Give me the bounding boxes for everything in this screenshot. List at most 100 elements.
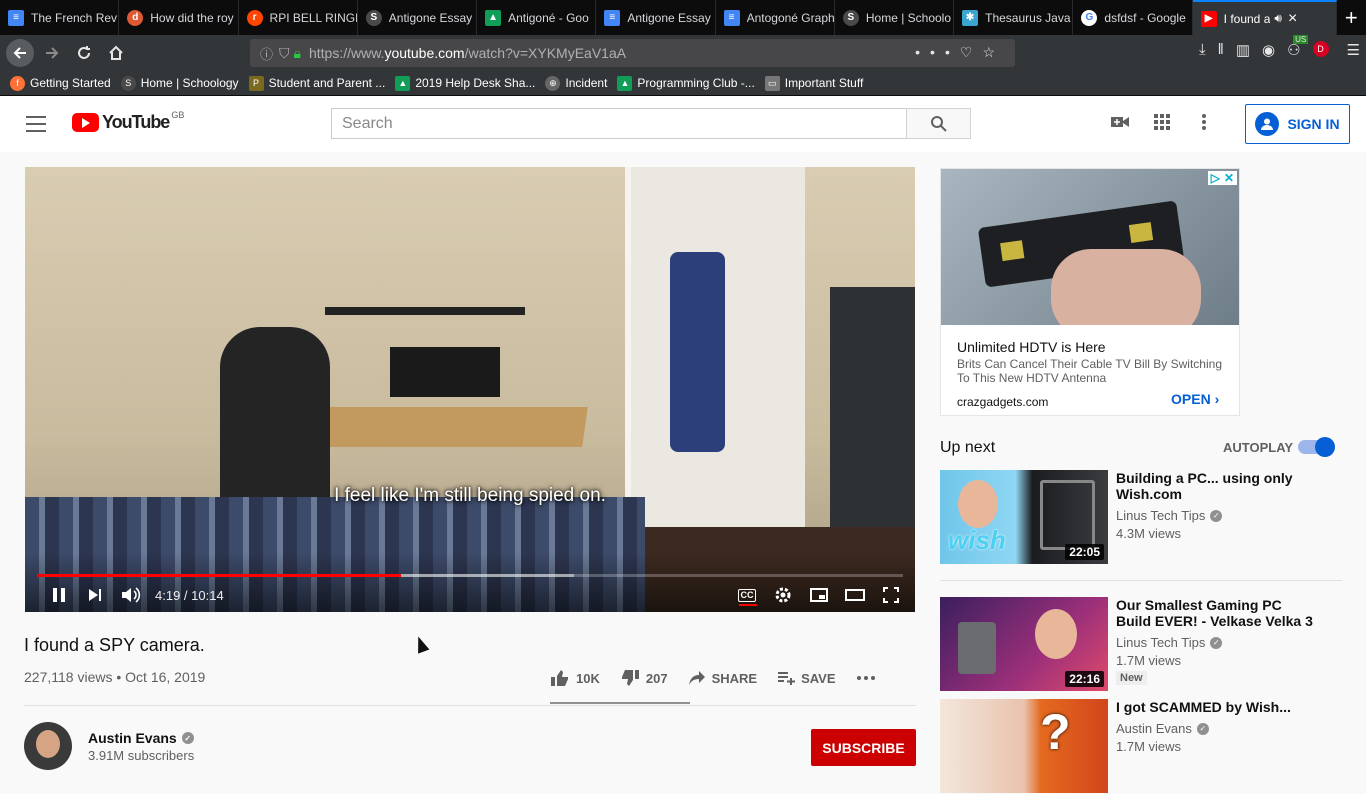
browser-tab-active[interactable]: ▶ I found a 🔊︎ ×	[1192, 0, 1337, 35]
save-button[interactable]: SAVE	[777, 671, 836, 686]
search-button[interactable]	[906, 108, 971, 139]
dislike-button[interactable]: 207	[620, 669, 668, 687]
navigation-toolbar: ⓘ ⛉ 🔒︎ https://www. youtube.com/watch?v=X…	[0, 35, 1366, 71]
ad-title[interactable]: Unlimited HDTV is Here	[957, 339, 1106, 355]
apps-grid-icon[interactable]	[1152, 112, 1172, 132]
browser-tab[interactable]: ▲ Antigoné - Goo	[477, 0, 597, 35]
bookmark-item[interactable]: ▲ Programming Club -...	[617, 75, 755, 91]
home-button[interactable]	[102, 39, 130, 67]
library-icon[interactable]: ‖	[1218, 41, 1224, 59]
theater-mode-button[interactable]	[837, 581, 873, 609]
video-thumbnail[interactable]: ?	[940, 699, 1108, 793]
subscribe-button[interactable]: SUBSCRIBE	[811, 729, 916, 766]
browser-tab[interactable]: ≡ The French Rev	[0, 0, 120, 35]
video-thumbnail[interactable]: wish 22:05	[940, 470, 1108, 564]
page-actions-icon[interactable]: •••	[915, 44, 960, 60]
more-vert-icon[interactable]	[1194, 112, 1214, 132]
up-next-video[interactable]: wish 22:05 Building a PC... using only W…	[940, 470, 1350, 565]
tab-bar: ≡ The French Rev d How did the roy r RPI BE…	[0, 0, 1366, 35]
bookmark-item[interactable]: S Home | Schoology	[120, 75, 239, 91]
guide-menu-icon[interactable]	[26, 116, 46, 132]
account-icon[interactable]: ◉	[1262, 41, 1275, 59]
bookmark-item[interactable]: f Getting Started	[10, 75, 111, 91]
tab-title: Antigone Essay	[627, 10, 711, 25]
ad-image[interactable]: ▷ ✕	[941, 169, 1239, 325]
miniplayer-button[interactable]	[801, 581, 837, 609]
up-next-heading: Up next	[940, 439, 996, 456]
youtube-logo[interactable]: YouTube GB	[72, 110, 184, 133]
more-actions-button[interactable]	[856, 675, 876, 681]
browser-tab[interactable]: ✱ Thesaurus Java	[954, 0, 1074, 35]
shield-icon[interactable]: ⛉	[279, 45, 290, 62]
back-button[interactable]	[6, 39, 34, 67]
create-video-icon[interactable]	[1110, 112, 1130, 132]
extension-icon[interactable]: ⚇ US	[1287, 35, 1309, 59]
browser-tab[interactable]: r RPI BELL RINGE	[239, 0, 358, 35]
pause-button[interactable]	[41, 581, 77, 609]
firefox-icon: f	[10, 75, 25, 91]
browser-tab[interactable]: d How did the roy	[119, 0, 239, 35]
close-tab-icon[interactable]: ×	[1288, 10, 1297, 28]
channel-name[interactable]: Austin Evans ✓	[88, 730, 194, 746]
like-button[interactable]: 10K	[550, 669, 600, 687]
info-icon[interactable]: ⓘ	[260, 44, 273, 63]
account-icon	[1255, 112, 1280, 136]
fullscreen-button[interactable]	[873, 581, 909, 609]
up-next-video[interactable]: ? I got SCAMMED by Wish... Austin Evans ✓…	[940, 699, 1350, 794]
browser-tab[interactable]: S Antigone Essay	[358, 0, 478, 35]
autoplay-toggle[interactable]	[1298, 437, 1335, 457]
video-player[interactable]: I feel like I'm still being spied on. 4:…	[25, 167, 915, 612]
browser-tab[interactable]: Gdsfdsf - Google	[1073, 0, 1193, 35]
bookmark-item[interactable]: ⊕ Incident	[545, 75, 607, 91]
progress-bar[interactable]	[37, 574, 903, 577]
tab-title: RPI BELL RINGE	[269, 10, 357, 25]
sidebar-ad[interactable]: ▷ ✕ Unlimited HDTV is Here Brits Can Canc…	[940, 168, 1240, 416]
thumbs-down-icon	[621, 670, 639, 686]
forward-button[interactable]	[38, 39, 66, 67]
video-duration: 22:05	[1065, 544, 1104, 560]
video-title[interactable]: Our Smallest Gaming PC Build EVER! - Vel…	[1116, 597, 1316, 629]
drive-icon: ▲	[485, 9, 502, 26]
video-thumbnail[interactable]: 22:16	[940, 597, 1108, 691]
drive-icon: ▲	[395, 75, 411, 91]
speaker-icon[interactable]: 🔊︎	[1274, 11, 1282, 26]
bookmark-item[interactable]: P Student and Parent ...	[248, 75, 386, 91]
bookmark-label: Home | Schoology	[140, 76, 239, 90]
video-title[interactable]: Building a PC... using only Wish.com	[1116, 470, 1316, 502]
menu-icon[interactable]: ☰	[1347, 41, 1360, 59]
video-title[interactable]: I got SCAMMED by Wish...	[1116, 699, 1316, 715]
browser-tab[interactable]: ≡ Antigone Essay	[596, 0, 716, 35]
bookmark-item[interactable]: ▲ 2019 Help Desk Sha...	[395, 75, 535, 91]
next-button[interactable]	[77, 581, 113, 609]
ad-open-button[interactable]: OPEN ›	[1171, 391, 1219, 407]
new-tab-button[interactable]: +	[1337, 0, 1366, 35]
share-button[interactable]: SHARE	[688, 670, 757, 686]
video-frame-shelf	[325, 307, 525, 315]
up-next-video[interactable]: 22:16 Our Smallest Gaming PC Build EVER!…	[940, 597, 1350, 692]
browser-tab[interactable]: ≡ Antogoné Graph	[716, 0, 835, 35]
sidebar-icon[interactable]: ▥	[1236, 41, 1250, 59]
tab-title: Antogoné Graph	[746, 10, 834, 25]
channel-avatar[interactable]	[24, 722, 72, 770]
bookmark-folder[interactable]: ▭ Important Stuff	[764, 75, 864, 91]
puzzle-icon: ✱	[962, 9, 979, 26]
browser-tab[interactable]: S Home | Schoolo	[835, 0, 955, 35]
bookmark-star-icon[interactable]: ☆	[982, 44, 1005, 60]
bookmark-label: Important Stuff	[784, 76, 864, 90]
bookmark-label: Student and Parent ...	[268, 76, 386, 90]
profile-avatar[interactable]: D	[1312, 41, 1329, 57]
reload-button[interactable]	[70, 39, 98, 67]
tab-title: Home | Schoolo	[865, 10, 952, 25]
address-bar[interactable]: ⓘ ⛉ 🔒︎ https://www. youtube.com/watch?v=X…	[250, 39, 1015, 67]
lock-icon: 🔒︎	[293, 44, 301, 61]
pocket-icon[interactable]: ♡	[960, 44, 983, 60]
url-host: youtube.com	[384, 45, 465, 61]
download-icon[interactable]: ⤓	[1199, 41, 1206, 59]
settings-button[interactable]	[765, 581, 801, 609]
search-input[interactable]: Search	[331, 108, 907, 139]
gear-icon	[775, 587, 791, 603]
sign-in-button[interactable]: SIGN IN	[1245, 104, 1350, 144]
adchoices-icon[interactable]: ▷ ✕	[1207, 171, 1237, 185]
volume-button[interactable]	[113, 581, 149, 609]
captions-button[interactable]: CC	[729, 581, 765, 609]
